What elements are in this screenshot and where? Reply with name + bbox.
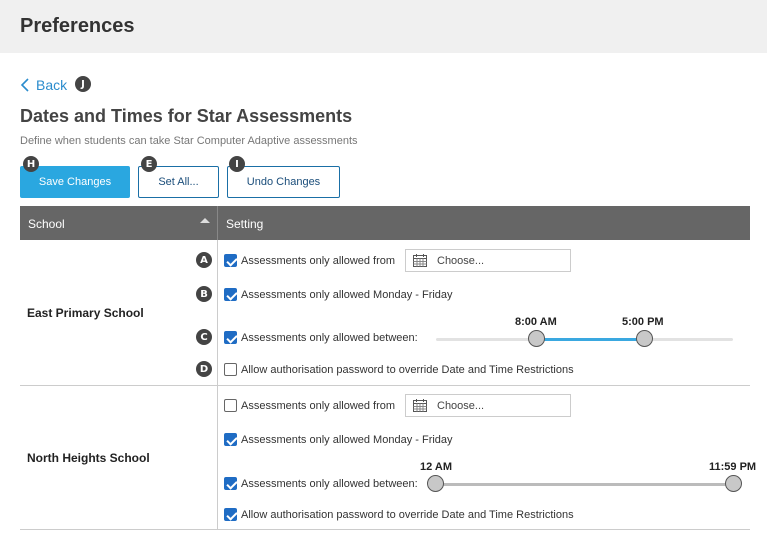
table-header: School Setting — [20, 206, 750, 240]
callout-badge-a: A — [196, 252, 212, 268]
back-label: Back — [36, 77, 68, 93]
page-subtitle: Define when students can take Star Compu… — [20, 135, 358, 147]
override-password-checkbox[interactable] — [224, 508, 237, 521]
override-password-checkbox[interactable] — [224, 363, 237, 376]
weekdays-checkbox[interactable] — [224, 288, 237, 301]
date-picker-input[interactable]: Choose... — [405, 394, 571, 417]
time-range-selected — [537, 338, 644, 341]
chevron-left-icon — [20, 78, 29, 92]
callout-badge-j: J — [75, 76, 91, 92]
date-picker-input[interactable]: Choose... — [405, 249, 571, 272]
column-header-school[interactable]: School — [28, 217, 65, 231]
callout-badge-c: C — [196, 329, 212, 345]
range-end-handle[interactable] — [725, 475, 742, 492]
table-row-divider — [20, 385, 750, 386]
callout-badge-d: D — [196, 361, 212, 377]
setting-label: Allow authorisation password to override… — [241, 364, 574, 376]
setting-label: Assessments only allowed Monday - Friday — [241, 289, 453, 301]
set-all-label: Set All... — [158, 176, 199, 188]
range-start-label: 8:00 AM — [515, 316, 557, 328]
setting-label: Allow authorisation password to override… — [241, 509, 574, 521]
undo-changes-label: Undo Changes — [246, 176, 321, 188]
page-title: Dates and Times for Star Assessments — [20, 106, 353, 126]
date-range-checkbox[interactable] — [224, 399, 237, 412]
date-range-checkbox[interactable] — [224, 254, 237, 267]
save-changes-button[interactable]: Save Changes — [20, 166, 130, 198]
sort-ascending-icon[interactable] — [200, 218, 210, 223]
setting-label: Assessments only allowed between: — [241, 478, 418, 490]
range-start-handle[interactable] — [528, 330, 545, 347]
time-range-track[interactable] — [436, 483, 733, 486]
callout-badge-b: B — [196, 286, 212, 302]
calendar-icon — [413, 399, 427, 412]
app-header: Preferences — [0, 0, 767, 53]
callout-badge-h: H — [23, 156, 39, 172]
column-divider — [217, 206, 218, 240]
save-changes-label: Save Changes — [38, 176, 112, 188]
date-picker-placeholder: Choose... — [437, 399, 485, 412]
setting-label: Assessments only allowed Monday - Friday — [241, 434, 453, 446]
calendar-icon — [413, 254, 427, 267]
callout-badge-e: E — [141, 156, 157, 172]
setting-label: Assessments only allowed from — [241, 255, 396, 267]
back-link[interactable]: Back — [20, 77, 67, 93]
date-picker-placeholder: Choose... — [437, 254, 485, 267]
range-end-label: 11:59 PM — [709, 461, 757, 473]
callout-badge-i: I — [229, 156, 245, 172]
app-title: Preferences — [20, 15, 135, 37]
setting-label: Assessments only allowed from — [241, 400, 396, 412]
column-header-setting: Setting — [226, 217, 264, 231]
undo-changes-button[interactable]: Undo Changes — [227, 166, 340, 198]
table-row-divider — [20, 529, 750, 530]
range-end-label: 5:00 PM — [622, 316, 664, 328]
range-end-handle[interactable] — [636, 330, 653, 347]
time-range-checkbox[interactable] — [224, 477, 237, 490]
weekdays-checkbox[interactable] — [224, 433, 237, 446]
time-range-checkbox[interactable] — [224, 331, 237, 344]
range-start-handle[interactable] — [427, 475, 444, 492]
school-name: North Heights School — [27, 451, 150, 465]
school-name: East Primary School — [27, 306, 144, 320]
setting-label: Assessments only allowed between: — [241, 332, 418, 344]
range-start-label: 12 AM — [420, 461, 452, 473]
